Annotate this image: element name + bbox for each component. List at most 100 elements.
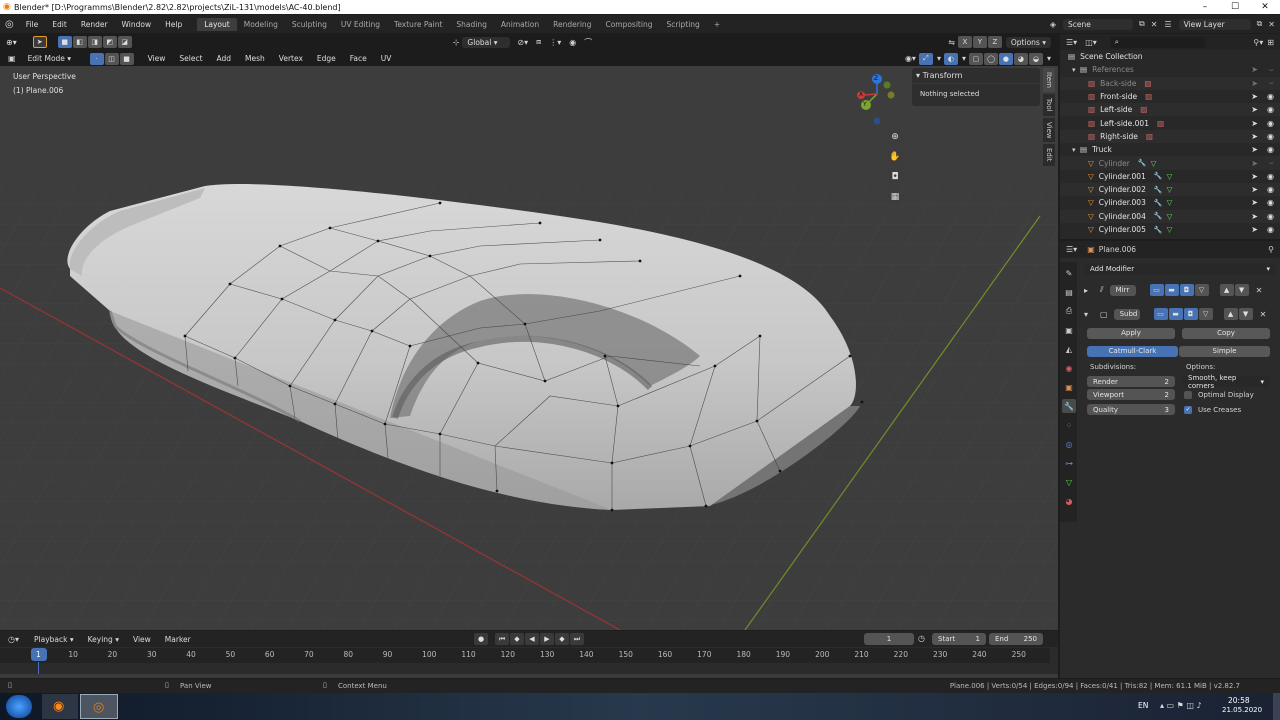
outliner-search-input[interactable]: ⌕: [1109, 36, 1205, 48]
jump-key-back-icon[interactable]: ◆: [510, 633, 524, 645]
physics-tab-icon[interactable]: ◎: [1062, 437, 1076, 451]
tab-modeling[interactable]: Modeling: [237, 18, 285, 31]
gizmo-toggle-icon[interactable]: ⤢: [918, 52, 933, 65]
image-data-icon[interactable]: ▨: [1157, 119, 1164, 128]
mirror-move-down-icon[interactable]: ▼: [1234, 284, 1249, 296]
tab-item[interactable]: Item: [1043, 68, 1055, 92]
clock-date[interactable]: 21.05.2020: [1222, 706, 1262, 714]
visibility-eye-icon[interactable]: ◉: [1267, 225, 1274, 234]
selectable-arrow-icon[interactable]: ➤: [1251, 185, 1258, 194]
catmull-clark-button[interactable]: Catmull-Clark: [1087, 346, 1178, 357]
editor-type-icon[interactable]: ⊕▾: [0, 38, 23, 47]
new-scene-icon[interactable]: ⧉: [1136, 19, 1148, 29]
add-workspace-icon[interactable]: +: [707, 18, 727, 31]
mirror-x-toggle[interactable]: X: [957, 36, 972, 48]
mesh-data-icon[interactable]: ▽: [1167, 172, 1173, 181]
blender-menu-icon[interactable]: ◎: [0, 19, 19, 30]
minimize-button[interactable]: –: [1190, 2, 1220, 12]
modifier-wrench-icon[interactable]: 🔧: [1154, 212, 1163, 220]
start-frame-field[interactable]: Start 1: [932, 633, 986, 645]
overlay-dropdown-icon[interactable]: ▾: [959, 54, 969, 63]
selectable-arrow-icon[interactable]: ➤: [1251, 119, 1258, 128]
modifier-tab-icon[interactable]: 🔧: [1062, 399, 1076, 413]
new-view-layer-icon[interactable]: ⧉: [1254, 19, 1266, 29]
timeline-scrollbar[interactable]: [0, 674, 1058, 678]
modifier-wrench-icon[interactable]: 🔧: [1154, 199, 1163, 207]
outliner-row[interactable]: ▧ Front-side ▨ ➤ ◉: [1060, 90, 1280, 103]
tab-texture-paint[interactable]: Texture Paint: [387, 18, 449, 31]
outliner-row[interactable]: ▽ Cylinder 🔧 ▽ ➤ ⌣: [1060, 156, 1280, 170]
expand-toggle-icon[interactable]: ▾: [1072, 66, 1076, 74]
subsurf-render-icon[interactable]: ◘: [1183, 308, 1198, 320]
menu-vertex[interactable]: Vertex: [272, 54, 310, 63]
taskbar-app-firefox[interactable]: ◉: [42, 694, 78, 719]
selectable-arrow-icon[interactable]: ➤: [1251, 65, 1258, 74]
mesh-data-tab-icon[interactable]: ▽: [1062, 475, 1076, 489]
mirror-move-up-icon[interactable]: ▲: [1219, 284, 1234, 296]
tab-uv-editing[interactable]: UV Editing: [334, 18, 387, 31]
menu-keying[interactable]: Keying ▾: [81, 635, 126, 644]
outliner-row[interactable]: ▾ ▤ Truck ➤ ◉: [1060, 143, 1280, 156]
collapse-arrow-icon[interactable]: ▾: [1084, 310, 1094, 319]
display-mode-icon[interactable]: ◫▾: [1085, 38, 1107, 47]
snap-icon[interactable]: ⧈: [532, 37, 545, 47]
tab-compositing[interactable]: Compositing: [598, 18, 659, 31]
show-desktop-button[interactable]: [1273, 693, 1280, 720]
pan-hand-icon[interactable]: ✋: [886, 148, 904, 166]
quality-field[interactable]: Quality 3: [1087, 404, 1175, 415]
tab-animation[interactable]: Animation: [494, 18, 546, 31]
subsurf-move-up-icon[interactable]: ▲: [1223, 308, 1238, 320]
shading-dropdown-icon[interactable]: ▾: [1044, 54, 1054, 63]
subsurf-name-field[interactable]: Subd: [1113, 308, 1140, 320]
jump-start-icon[interactable]: ⏮: [495, 633, 509, 645]
mesh-data-icon[interactable]: ▽: [1167, 225, 1173, 234]
visibility-eye-icon[interactable]: ◉: [1267, 145, 1274, 154]
select-tool-icon[interactable]: ➤: [32, 36, 47, 48]
current-frame-field[interactable]: 1: [864, 633, 914, 645]
outliner-editor-icon[interactable]: ☰▾: [1066, 38, 1085, 47]
scene-field[interactable]: Scene: [1062, 18, 1133, 30]
menu-render[interactable]: Render: [74, 20, 115, 29]
visibility-icon[interactable]: ◉▾: [902, 54, 919, 63]
mesh-data-icon[interactable]: ▽: [1151, 159, 1157, 168]
timeline-ruler[interactable]: 1 10 20 30 40 50 60 70 80 90 100 110 120 130 140 150 160…: [0, 648, 1050, 663]
mirror-cage-icon[interactable]: ▽: [1194, 284, 1209, 296]
visibility-eye-icon[interactable]: ⌣: [1269, 78, 1274, 88]
clock-time[interactable]: 20:58: [1228, 696, 1250, 705]
transform-header[interactable]: ▾ Transform: [912, 68, 1040, 84]
record-icon[interactable]: ●: [474, 633, 488, 645]
new-collection-icon[interactable]: ⊞: [1267, 38, 1280, 47]
tab-tool[interactable]: Tool: [1043, 93, 1055, 116]
visibility-eye-icon[interactable]: ◉: [1267, 105, 1274, 114]
use-creases-checkbox[interactable]: ✓ Use Creases: [1184, 406, 1241, 414]
menu-playback[interactable]: Playback ▾: [27, 635, 81, 644]
viewport-levels-field[interactable]: Viewport 2: [1087, 389, 1175, 400]
play-icon[interactable]: ▶: [540, 633, 554, 645]
gizmo-dropdown-icon[interactable]: ▾: [934, 54, 944, 63]
mirror-y-toggle[interactable]: Y: [972, 36, 987, 48]
selectable-arrow-icon[interactable]: ➤: [1251, 172, 1258, 181]
subsurf-realtime-icon[interactable]: ▬: [1168, 308, 1183, 320]
visibility-eye-icon[interactable]: ◉: [1267, 92, 1274, 101]
menu-edit[interactable]: Edit: [45, 20, 74, 29]
maximize-button[interactable]: ☐: [1220, 2, 1250, 12]
image-data-icon[interactable]: ▨: [1140, 105, 1147, 114]
xray-toggle-icon[interactable]: ▢: [968, 52, 983, 65]
selectable-arrow-icon[interactable]: ➤: [1251, 145, 1258, 154]
world-tab-icon[interactable]: ◉: [1062, 361, 1076, 375]
menu-timeline-view[interactable]: View: [126, 635, 158, 644]
visibility-eye-icon[interactable]: ◉: [1267, 172, 1274, 181]
menu-uv[interactable]: UV: [374, 54, 399, 63]
view-layer-tab-icon[interactable]: ▣: [1062, 323, 1076, 337]
selectable-arrow-icon[interactable]: ➤: [1251, 159, 1258, 168]
material-tab-icon[interactable]: ◕: [1062, 494, 1076, 508]
subsurf-remove-icon[interactable]: ✕: [1254, 310, 1267, 319]
tab-sculpting[interactable]: Sculpting: [285, 18, 334, 31]
orientation-dropdown[interactable]: Global ▾: [462, 36, 511, 48]
image-data-icon[interactable]: ▨: [1144, 79, 1151, 88]
tab-scripting[interactable]: Scripting: [659, 18, 706, 31]
shading-wireframe-icon[interactable]: ◯: [983, 52, 998, 65]
tab-layout[interactable]: Layout: [197, 17, 237, 31]
menu-face[interactable]: Face: [343, 54, 374, 63]
visibility-eye-icon[interactable]: ⌣: [1269, 65, 1274, 75]
